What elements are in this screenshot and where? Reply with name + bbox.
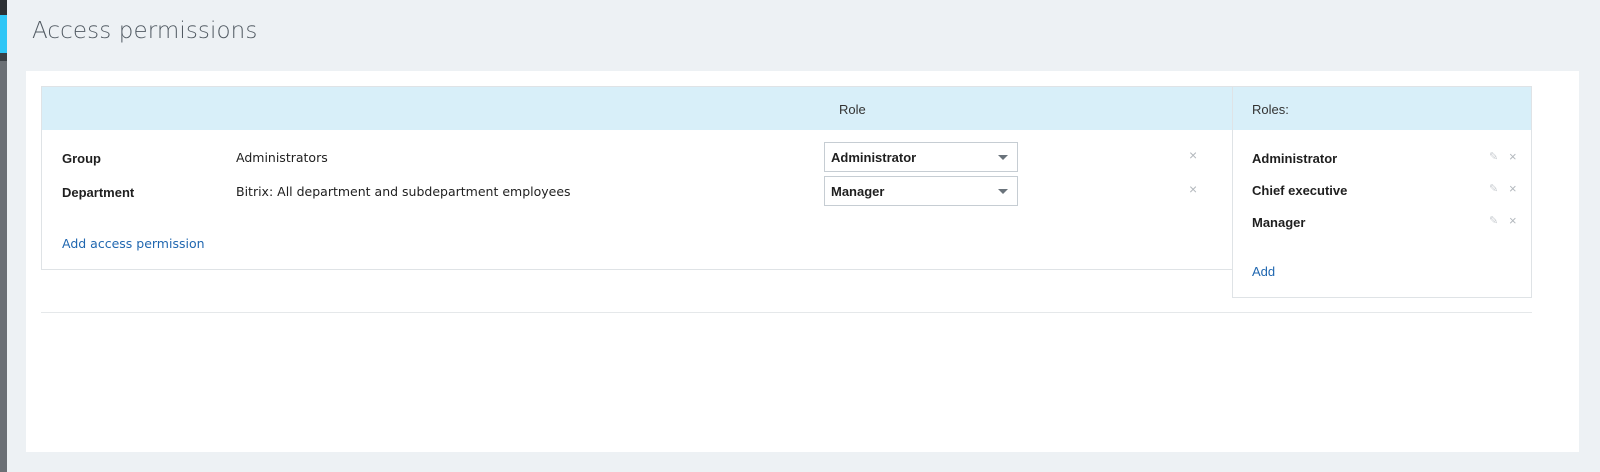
close-icon[interactable]: ×	[1509, 149, 1517, 164]
chevron-down-icon	[998, 189, 1008, 194]
role-list-item: Administrator ✎ ×	[1233, 149, 1531, 169]
permission-type: Department	[62, 185, 135, 200]
permission-entity: Administrators	[236, 150, 328, 165]
permission-row: Group Administrators Administrator ×	[42, 142, 1239, 172]
page-title: Access permissions	[32, 18, 258, 44]
permission-row: Department Bitrix: All department and su…	[42, 176, 1239, 206]
role-column-title: Role	[839, 102, 866, 117]
role-name: Chief executive	[1252, 183, 1348, 198]
role-select-value: Administrator	[831, 150, 917, 165]
close-icon[interactable]: ×	[1509, 181, 1517, 196]
sidebar-edge-segment	[0, 53, 7, 61]
role-list-item: Chief executive ✎ ×	[1233, 181, 1531, 201]
add-access-permission-link[interactable]: Add access permission	[62, 236, 205, 251]
add-role-link[interactable]: Add	[1252, 264, 1275, 279]
sidebar-edge-dark	[0, 0, 7, 15]
permission-entity: Bitrix: All department and subdepartment…	[236, 184, 571, 199]
roles-panel: Roles: Administrator ✎ × Chief executive…	[1232, 86, 1532, 298]
role-list-item: Manager ✎ ×	[1233, 213, 1531, 233]
close-icon[interactable]: ×	[1189, 148, 1197, 162]
role-select[interactable]: Manager	[824, 176, 1018, 206]
roles-panel-title: Roles:	[1252, 102, 1289, 117]
role-name: Administrator	[1252, 151, 1338, 166]
edit-icon[interactable]: ✎	[1489, 214, 1498, 227]
close-icon[interactable]: ×	[1509, 213, 1517, 228]
role-select-value: Manager	[831, 184, 885, 199]
access-permissions-table: Role Group Administrators Administrator …	[41, 86, 1240, 270]
divider	[41, 312, 1532, 313]
role-select[interactable]: Administrator	[824, 142, 1018, 172]
role-name: Manager	[1252, 215, 1306, 230]
permission-type: Group	[62, 151, 101, 166]
permissions-table-header: Role	[42, 87, 1239, 130]
chevron-down-icon	[998, 155, 1008, 160]
edit-icon[interactable]: ✎	[1489, 150, 1498, 163]
left-sidebar-edge	[0, 0, 7, 472]
sidebar-active-indicator	[0, 15, 7, 53]
close-icon[interactable]: ×	[1189, 182, 1197, 196]
roles-panel-header: Roles:	[1233, 87, 1531, 130]
work-area: Role Group Administrators Administrator …	[26, 71, 1579, 452]
edit-icon[interactable]: ✎	[1489, 182, 1498, 195]
